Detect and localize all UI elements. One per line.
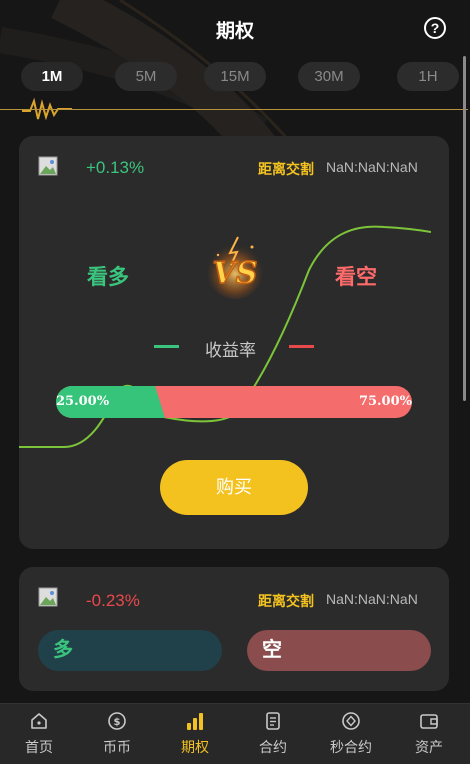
tab-15m[interactable]: 15M [204, 62, 266, 91]
legend-label: 收益率 [205, 341, 256, 360]
buy-button[interactable]: 购买 [160, 460, 308, 515]
nav-label: 合约 [259, 739, 287, 755]
scrollbar[interactable] [463, 56, 466, 401]
long-label: 看多 [87, 266, 129, 289]
nav-item-spot[interactable]: $ 币币 [78, 704, 156, 764]
long-ratio-text: 25.00% [56, 394, 110, 409]
nav-label: 期权 [181, 739, 209, 755]
nav-item-assets[interactable]: 资产 [390, 704, 468, 764]
vs-badge-icon: VS [207, 236, 263, 299]
app-header: 期权 ? [0, 0, 470, 56]
legend-short-line [289, 345, 314, 348]
coin-image-icon [38, 156, 58, 176]
countdown-value: NaN:NaN:NaN [326, 159, 418, 175]
tab-30m[interactable]: 30M [298, 62, 360, 91]
diamond-coin-icon [342, 712, 360, 730]
price-change: +0.13% [86, 158, 145, 177]
tab-1m[interactable]: 1M [21, 62, 83, 91]
bottom-nav: 首页 $ 币币 期权 合约 秒合约 资产 [0, 703, 470, 764]
ratio-divider [149, 386, 165, 418]
long-button[interactable]: 多 [38, 630, 222, 671]
vs-text: VS [213, 256, 258, 291]
nav-item-home[interactable]: 首页 [0, 704, 78, 764]
nav-item-contract[interactable]: 合约 [234, 704, 312, 764]
legend-long-line [154, 345, 179, 348]
countdown-label: 距离交割 [258, 593, 314, 609]
bar-chart-icon [187, 713, 203, 730]
short-label: 看空 [335, 266, 377, 289]
svg-text:$: $ [114, 717, 121, 728]
nav-label: 资产 [415, 739, 443, 755]
coin-icon: $ [108, 712, 126, 730]
tab-5m[interactable]: 5M [115, 62, 177, 91]
wallet-icon [420, 714, 438, 729]
period-tabs: 1M 5M 15M 30M 1H [0, 62, 462, 92]
option-card-secondary [19, 567, 449, 691]
long-short-ratio-bar: 25.00% 75.00% [56, 386, 412, 418]
nav-label: 秒合约 [330, 739, 372, 755]
question-circle-icon[interactable]: ? [424, 17, 446, 39]
header-divider [0, 109, 468, 110]
countdown-value: NaN:NaN:NaN [326, 591, 418, 607]
nav-item-options[interactable]: 期权 [156, 704, 234, 764]
coin-image-icon [38, 587, 58, 607]
countdown-label: 距离交割 [258, 161, 314, 177]
short-button[interactable]: 空 [247, 630, 431, 671]
nav-item-second-contract[interactable]: 秒合约 [312, 704, 390, 764]
page-title: 期权 [215, 21, 254, 42]
nav-label: 首页 [25, 739, 53, 755]
document-icon [266, 712, 280, 730]
home-icon [31, 713, 47, 729]
tab-1h[interactable]: 1H [397, 62, 459, 91]
nav-label: 币币 [103, 739, 131, 755]
price-change: -0.23% [86, 591, 140, 610]
short-ratio-text: 75.00% [358, 394, 412, 409]
